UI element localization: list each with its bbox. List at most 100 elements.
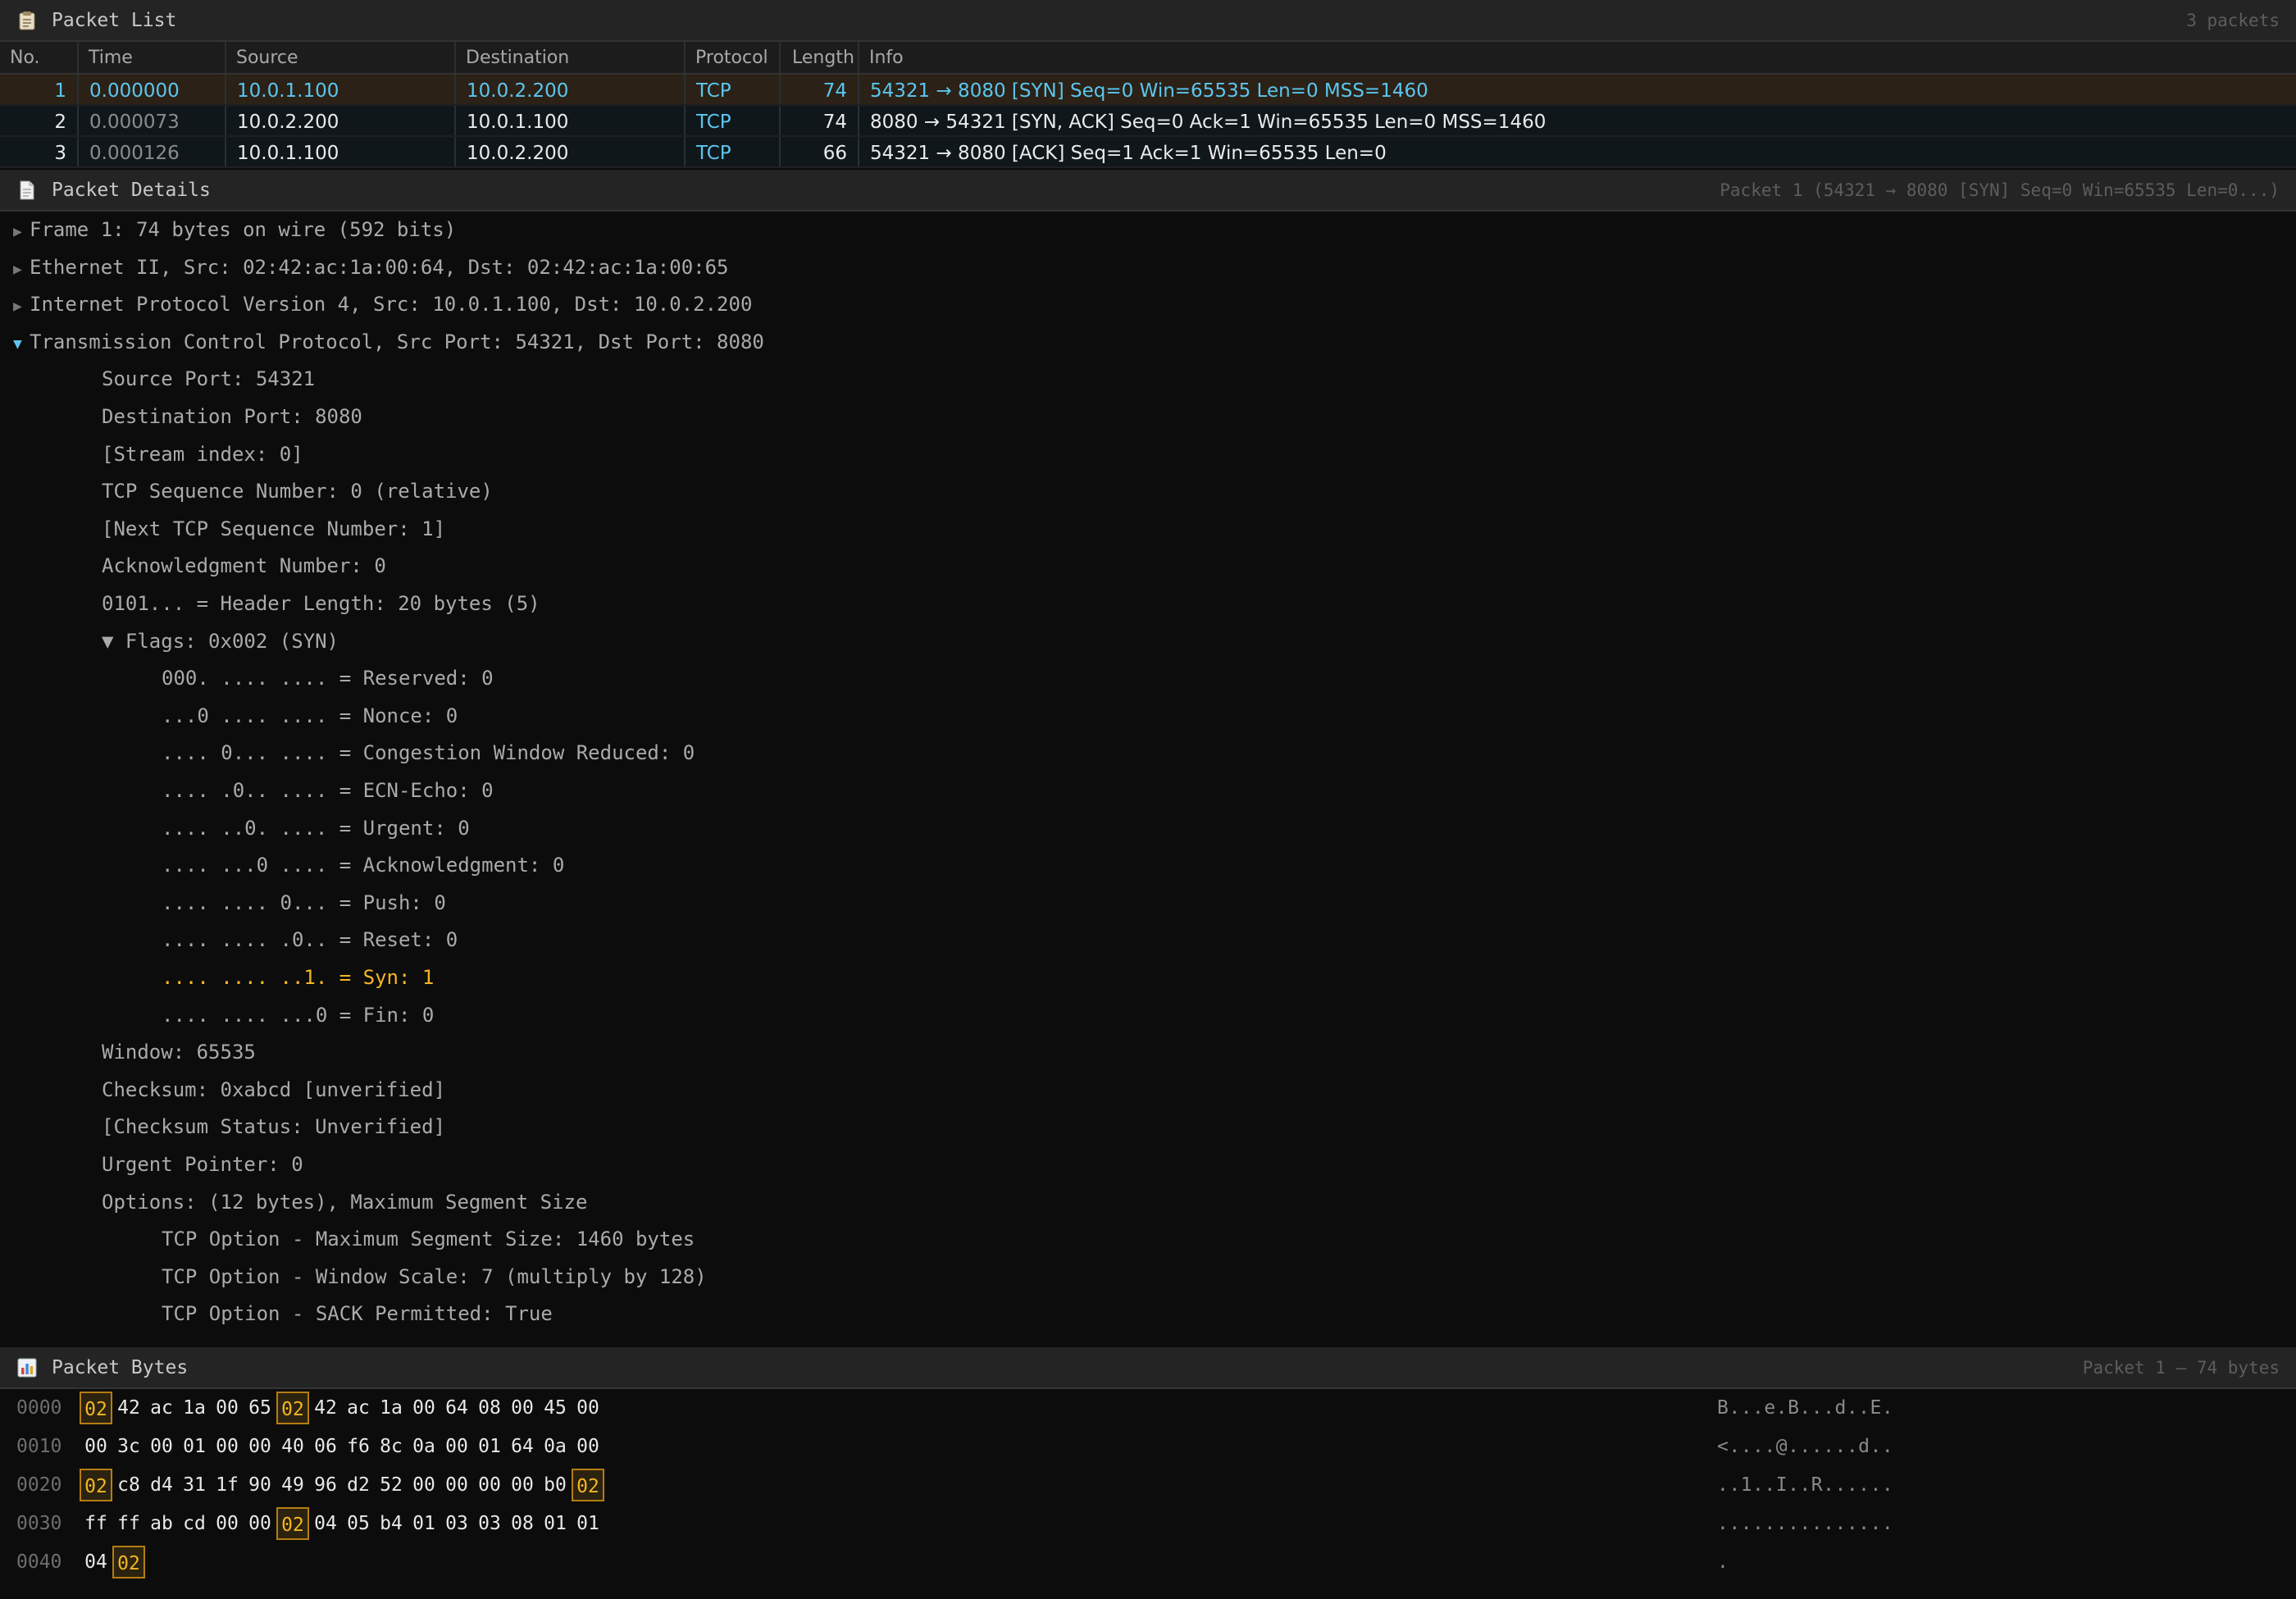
hex-byte[interactable]: 90: [244, 1469, 276, 1501]
hex-byte[interactable]: 05: [342, 1507, 375, 1540]
hex-byte[interactable]: 1a: [375, 1392, 408, 1424]
tree-field[interactable]: Destination Port: 8080: [102, 399, 362, 435]
tcp-option-field[interactable]: TCP Option - SACK Permitted: True: [162, 1296, 553, 1332]
hex-byte[interactable]: 00: [440, 1469, 473, 1501]
hex-byte[interactable]: 96: [309, 1469, 342, 1501]
flag-field[interactable]: .... ...0 .... = Acknowledgment: 0: [162, 847, 564, 883]
hex-byte[interactable]: 0a: [539, 1430, 572, 1463]
hex-byte[interactable]: 00: [244, 1507, 276, 1540]
hex-byte-highlighted[interactable]: 02: [80, 1392, 112, 1424]
expand-arrow-icon[interactable]: ▶: [13, 252, 30, 288]
tree-field[interactable]: [Checksum Status: Unverified]: [102, 1109, 445, 1145]
hex-byte[interactable]: 01: [539, 1507, 572, 1540]
hex-byte[interactable]: 00: [211, 1392, 244, 1424]
hex-byte[interactable]: 00: [572, 1392, 604, 1424]
hex-byte[interactable]: 00: [80, 1430, 112, 1463]
hex-byte[interactable]: ac: [342, 1392, 375, 1424]
hex-ascii[interactable]: ..1..I..R......: [1717, 1466, 1893, 1504]
hex-byte[interactable]: ff: [80, 1507, 112, 1540]
hex-byte[interactable]: 64: [506, 1430, 539, 1463]
hex-byte[interactable]: 03: [440, 1507, 473, 1540]
hex-byte[interactable]: 08: [506, 1507, 539, 1540]
hex-byte[interactable]: 00: [506, 1392, 539, 1424]
hex-byte[interactable]: 00: [473, 1469, 506, 1501]
hex-byte[interactable]: 00: [211, 1430, 244, 1463]
flag-field[interactable]: .... .... .0.. = Reset: 0: [162, 922, 458, 958]
hex-byte[interactable]: cd: [178, 1507, 211, 1540]
flag-field[interactable]: .... 0... .... = Congestion Window Reduc…: [162, 735, 695, 771]
column-no[interactable]: No.: [0, 42, 79, 73]
flag-field[interactable]: .... .0.. .... = ECN-Echo: 0: [162, 772, 494, 809]
hex-byte[interactable]: 00: [408, 1392, 440, 1424]
hex-byte[interactable]: b0: [539, 1469, 572, 1501]
hex-byte[interactable]: 42: [112, 1392, 145, 1424]
hex-byte[interactable]: 01: [178, 1430, 211, 1463]
hex-byte[interactable]: ff: [112, 1507, 145, 1540]
flag-field[interactable]: 000. .... .... = Reserved: 0: [162, 660, 494, 696]
packet-row[interactable]: 3 0.000126 10.0.1.100 10.0.2.200 TCP 66 …: [0, 137, 2296, 168]
tree-node-ethernet[interactable]: ▶ Ethernet II, Src: 02:42:ac:1a:00:64, Ds…: [13, 249, 729, 285]
flag-field[interactable]: ...0 .... .... = Nonce: 0: [162, 698, 458, 734]
tree-field[interactable]: Source Port: 54321: [102, 361, 315, 397]
hex-byte[interactable]: 06: [309, 1430, 342, 1463]
tree-field[interactable]: 0101... = Header Length: 20 bytes (5): [102, 585, 540, 622]
hex-byte[interactable]: 3c: [112, 1430, 145, 1463]
column-time[interactable]: Time: [79, 42, 226, 73]
column-info[interactable]: Info: [859, 42, 2296, 73]
tree-node-flags[interactable]: ▼ Flags: 0x002 (SYN): [102, 623, 339, 659]
hex-byte[interactable]: f6: [342, 1430, 375, 1463]
column-destination[interactable]: Destination: [456, 42, 686, 73]
column-length[interactable]: Length: [781, 42, 859, 73]
hex-byte[interactable]: 08: [473, 1392, 506, 1424]
hex-byte[interactable]: 01: [408, 1507, 440, 1540]
flag-field-syn-highlighted[interactable]: .... .... ..1. = Syn: 1: [162, 959, 434, 995]
hex-byte[interactable]: 01: [473, 1430, 506, 1463]
tree-node-frame[interactable]: ▶ Frame 1: 74 bytes on wire (592 bits): [13, 212, 456, 248]
flag-field[interactable]: .... .... 0... = Push: 0: [162, 885, 446, 921]
tcp-option-field[interactable]: TCP Option - Window Scale: 7 (multiply b…: [162, 1259, 707, 1295]
hex-byte[interactable]: 04: [80, 1546, 112, 1578]
hex-byte[interactable]: 01: [572, 1507, 604, 1540]
flag-field[interactable]: .... ..0. .... = Urgent: 0: [162, 810, 470, 846]
hex-byte[interactable]: 00: [440, 1430, 473, 1463]
hex-byte[interactable]: 00: [408, 1469, 440, 1501]
hex-ascii[interactable]: <....@......d..: [1717, 1428, 1893, 1465]
hex-byte[interactable]: 0a: [408, 1430, 440, 1463]
hex-ascii[interactable]: B...e.B...d..E.: [1717, 1389, 1893, 1427]
hex-byte-highlighted[interactable]: 02: [572, 1469, 604, 1501]
hex-byte[interactable]: 1f: [211, 1469, 244, 1501]
column-source[interactable]: Source: [226, 42, 456, 73]
tree-field[interactable]: Options: (12 bytes), Maximum Segment Siz…: [102, 1184, 587, 1220]
tree-field[interactable]: [Stream index: 0]: [102, 436, 303, 472]
hex-ascii[interactable]: .: [1717, 1543, 1729, 1581]
hex-byte[interactable]: c8: [112, 1469, 145, 1501]
tree-field[interactable]: Checksum: 0xabcd [unverified]: [102, 1072, 445, 1108]
tcp-option-field[interactable]: TCP Option - Maximum Segment Size: 1460 …: [162, 1221, 695, 1257]
tree-node-ipv4[interactable]: ▶ Internet Protocol Version 4, Src: 10.0.…: [13, 286, 752, 322]
packet-row[interactable]: 2 0.000073 10.0.2.200 10.0.1.100 TCP 74 …: [0, 106, 2296, 137]
tree-field[interactable]: Urgent Pointer: 0: [102, 1146, 303, 1182]
collapse-arrow-icon[interactable]: ▼: [13, 326, 30, 362]
hex-byte[interactable]: 49: [276, 1469, 309, 1501]
hex-byte[interactable]: 42: [309, 1392, 342, 1424]
hex-byte[interactable]: ab: [145, 1507, 178, 1540]
hex-byte[interactable]: 40: [276, 1430, 309, 1463]
hex-byte[interactable]: 00: [211, 1507, 244, 1540]
hex-byte[interactable]: 00: [145, 1430, 178, 1463]
packet-row[interactable]: 1 0.000000 10.0.1.100 10.0.2.200 TCP 74 …: [0, 75, 2296, 106]
hex-byte[interactable]: 45: [539, 1392, 572, 1424]
hex-byte[interactable]: 00: [244, 1430, 276, 1463]
hex-byte-highlighted[interactable]: 02: [276, 1392, 309, 1424]
expand-arrow-icon[interactable]: ▶: [13, 214, 30, 250]
tree-field[interactable]: Window: 65535: [102, 1034, 256, 1070]
hex-byte[interactable]: ac: [145, 1392, 178, 1424]
tree-field[interactable]: [Next TCP Sequence Number: 1]: [102, 511, 445, 547]
hex-ascii[interactable]: ...............: [1717, 1505, 1893, 1542]
hex-byte[interactable]: 00: [506, 1469, 539, 1501]
hex-byte[interactable]: d2: [342, 1469, 375, 1501]
hex-byte[interactable]: d4: [145, 1469, 178, 1501]
hex-byte-highlighted[interactable]: 02: [276, 1507, 309, 1540]
expand-arrow-icon[interactable]: ▶: [13, 289, 30, 325]
hex-byte[interactable]: 03: [473, 1507, 506, 1540]
column-protocol[interactable]: Protocol: [686, 42, 781, 73]
